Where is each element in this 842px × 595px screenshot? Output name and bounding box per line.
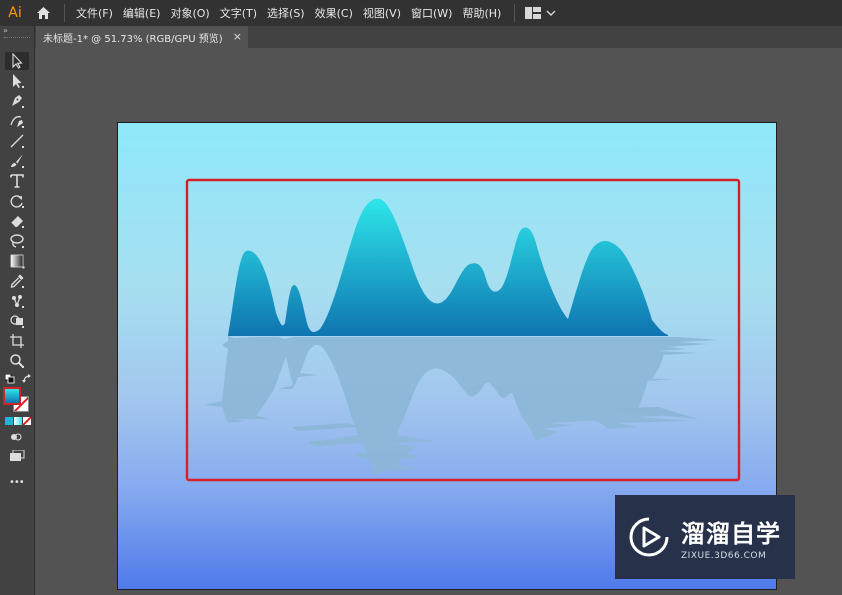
menu-window[interactable]: 窗口(W) bbox=[406, 5, 457, 21]
menu-edit[interactable]: 编辑(E) bbox=[118, 5, 166, 21]
curvature-tool[interactable] bbox=[5, 112, 29, 130]
gradient-tool[interactable] bbox=[5, 252, 29, 270]
fill-stroke-widget[interactable] bbox=[3, 387, 31, 413]
shape-builder-tool[interactable] bbox=[5, 312, 29, 330]
panel-grip[interactable] bbox=[4, 37, 30, 39]
lasso-tool[interactable] bbox=[5, 232, 29, 250]
eyedropper-tool[interactable] bbox=[5, 272, 29, 290]
selection-tool[interactable] bbox=[5, 52, 29, 70]
eraser-icon bbox=[10, 216, 24, 228]
chevron-down-icon bbox=[546, 10, 556, 16]
reflection-streak bbox=[292, 423, 358, 431]
magnifier-icon bbox=[10, 354, 25, 369]
artboard-tool[interactable] bbox=[5, 332, 29, 350]
lasso-icon bbox=[10, 234, 24, 248]
selection-arrow-icon bbox=[12, 53, 23, 69]
direct-selection-arrow-icon bbox=[13, 74, 24, 88]
layout-grid-icon bbox=[525, 7, 542, 19]
watermark-title: 溜溜自学 bbox=[681, 519, 781, 548]
menu-object[interactable]: 对象(O) bbox=[165, 5, 214, 21]
document-tab-bar: 未标题-1* @ 51.73% (RGB/GPU 预览) × bbox=[0, 26, 842, 48]
screen-mode-icon[interactable] bbox=[9, 450, 25, 462]
watermark-text: 溜溜自学 ZIXUE.3D66.COM bbox=[681, 514, 781, 561]
line-tool[interactable] bbox=[5, 132, 29, 150]
swap-colors-icon[interactable] bbox=[22, 374, 32, 384]
edit-toolbar-button[interactable]: ••• bbox=[9, 477, 25, 488]
menu-divider bbox=[514, 4, 516, 22]
play-logo-icon bbox=[629, 517, 669, 557]
color-mode-button[interactable] bbox=[5, 417, 13, 425]
color-mode-row bbox=[5, 417, 31, 425]
paintbrush-tool[interactable] bbox=[5, 152, 29, 170]
workspace-switcher[interactable] bbox=[525, 7, 556, 19]
menu-divider bbox=[64, 4, 65, 22]
type-tool[interactable] bbox=[5, 172, 29, 190]
menu-effect[interactable]: 效果(C) bbox=[310, 5, 358, 21]
mountain-silhouette[interactable] bbox=[228, 198, 668, 336]
default-colors-icon[interactable] bbox=[5, 374, 15, 384]
home-button[interactable] bbox=[30, 0, 56, 26]
type-t-icon bbox=[10, 174, 24, 188]
menu-bar: Ai 文件(F) 编辑(E) 对象(O) 文字(T) 选择(S) 效果(C) 视… bbox=[0, 0, 842, 26]
menu-help[interactable]: 帮助(H) bbox=[457, 5, 506, 21]
menu-file[interactable]: 文件(F) bbox=[71, 5, 118, 21]
draw-mode-icon[interactable] bbox=[10, 432, 22, 442]
mountain-reflection[interactable] bbox=[204, 336, 718, 474]
home-icon bbox=[36, 7, 50, 19]
panel-collapse-icon[interactable]: » bbox=[3, 26, 8, 35]
rotate-tool[interactable] bbox=[5, 192, 29, 210]
puppet-warp-tool[interactable] bbox=[5, 292, 29, 310]
none-mode-button[interactable] bbox=[23, 417, 31, 425]
gradient-square-icon bbox=[10, 254, 25, 269]
pen-icon bbox=[12, 95, 24, 108]
watermark-badge: 溜溜自学 ZIXUE.3D66.COM bbox=[615, 495, 795, 579]
document-tab-title: 未标题-1* @ 51.73% (RGB/GPU 预览) bbox=[43, 33, 223, 45]
puppet-warp-icon bbox=[12, 295, 24, 308]
curvature-pen-icon bbox=[10, 116, 24, 128]
artboard-icon bbox=[10, 334, 24, 348]
shape-builder-icon bbox=[10, 315, 24, 328]
line-segment-icon bbox=[10, 134, 24, 148]
paintbrush-icon bbox=[11, 154, 24, 168]
close-tab-icon[interactable]: × bbox=[233, 30, 242, 43]
zoom-tool[interactable] bbox=[5, 352, 29, 370]
menu-select[interactable]: 选择(S) bbox=[262, 5, 310, 21]
menu-view[interactable]: 视图(V) bbox=[358, 5, 406, 21]
tools-panel: » ••• bbox=[0, 26, 35, 595]
app-logo: Ai bbox=[8, 5, 22, 21]
document-tab[interactable]: 未标题-1* @ 51.73% (RGB/GPU 预览) × bbox=[36, 26, 248, 48]
illustrator-window: Ai 文件(F) 编辑(E) 对象(O) 文字(T) 选择(S) 效果(C) 视… bbox=[0, 0, 842, 595]
eraser-tool[interactable] bbox=[5, 212, 29, 230]
gradient-mode-button[interactable] bbox=[14, 417, 22, 425]
eyedropper-icon bbox=[10, 274, 24, 288]
pen-tool[interactable] bbox=[5, 92, 29, 110]
reflection-streak bbox=[308, 439, 366, 445]
rotate-icon bbox=[10, 195, 24, 208]
fill-swatch[interactable] bbox=[3, 387, 21, 405]
menu-type[interactable]: 文字(T) bbox=[215, 5, 262, 21]
direct-selection-tool[interactable] bbox=[5, 72, 29, 90]
watermark-subtitle: ZIXUE.3D66.COM bbox=[681, 550, 767, 561]
